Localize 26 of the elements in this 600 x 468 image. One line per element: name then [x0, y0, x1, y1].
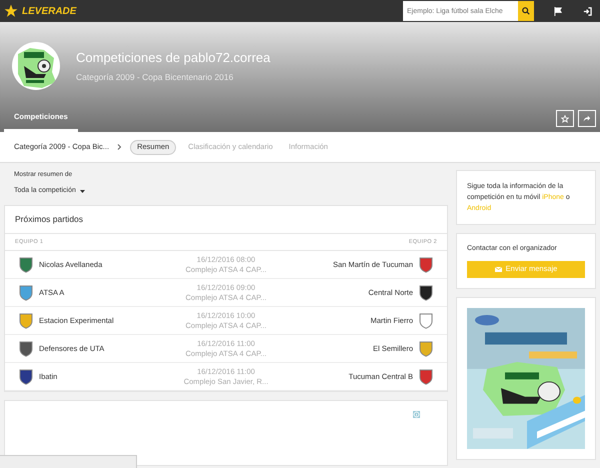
crest-icon [419, 284, 433, 301]
brand-name[interactable]: LEVERADE [22, 4, 76, 18]
crest-icon [419, 312, 433, 329]
sign-in-icon[interactable] [583, 6, 592, 16]
chevron-icon [117, 144, 122, 150]
card-title: Próximos partidos [15, 213, 84, 226]
search-button[interactable] [518, 1, 534, 21]
share-button[interactable] [578, 110, 596, 127]
crest-icon [19, 312, 33, 329]
crest-icon [19, 284, 33, 301]
crest-icon [419, 340, 433, 357]
crest-icon [419, 256, 433, 273]
caret-icon [80, 190, 85, 192]
share-icon [583, 114, 591, 122]
flag-icon[interactable] [554, 6, 563, 16]
crest-icon [19, 256, 33, 273]
crest-icon [19, 368, 33, 385]
search-icon [522, 7, 530, 15]
page-title: Competiciones de pablo72.correa [76, 48, 270, 67]
star-logo-icon [4, 4, 18, 18]
crest-icon [419, 368, 433, 385]
star-button[interactable] [556, 110, 574, 127]
star-icon [561, 114, 569, 122]
page-subtitle: Categoría 2009 - Copa Bicentenario 2016 [76, 71, 234, 84]
crest-icon [19, 340, 33, 357]
envelope-icon [494, 266, 502, 272]
